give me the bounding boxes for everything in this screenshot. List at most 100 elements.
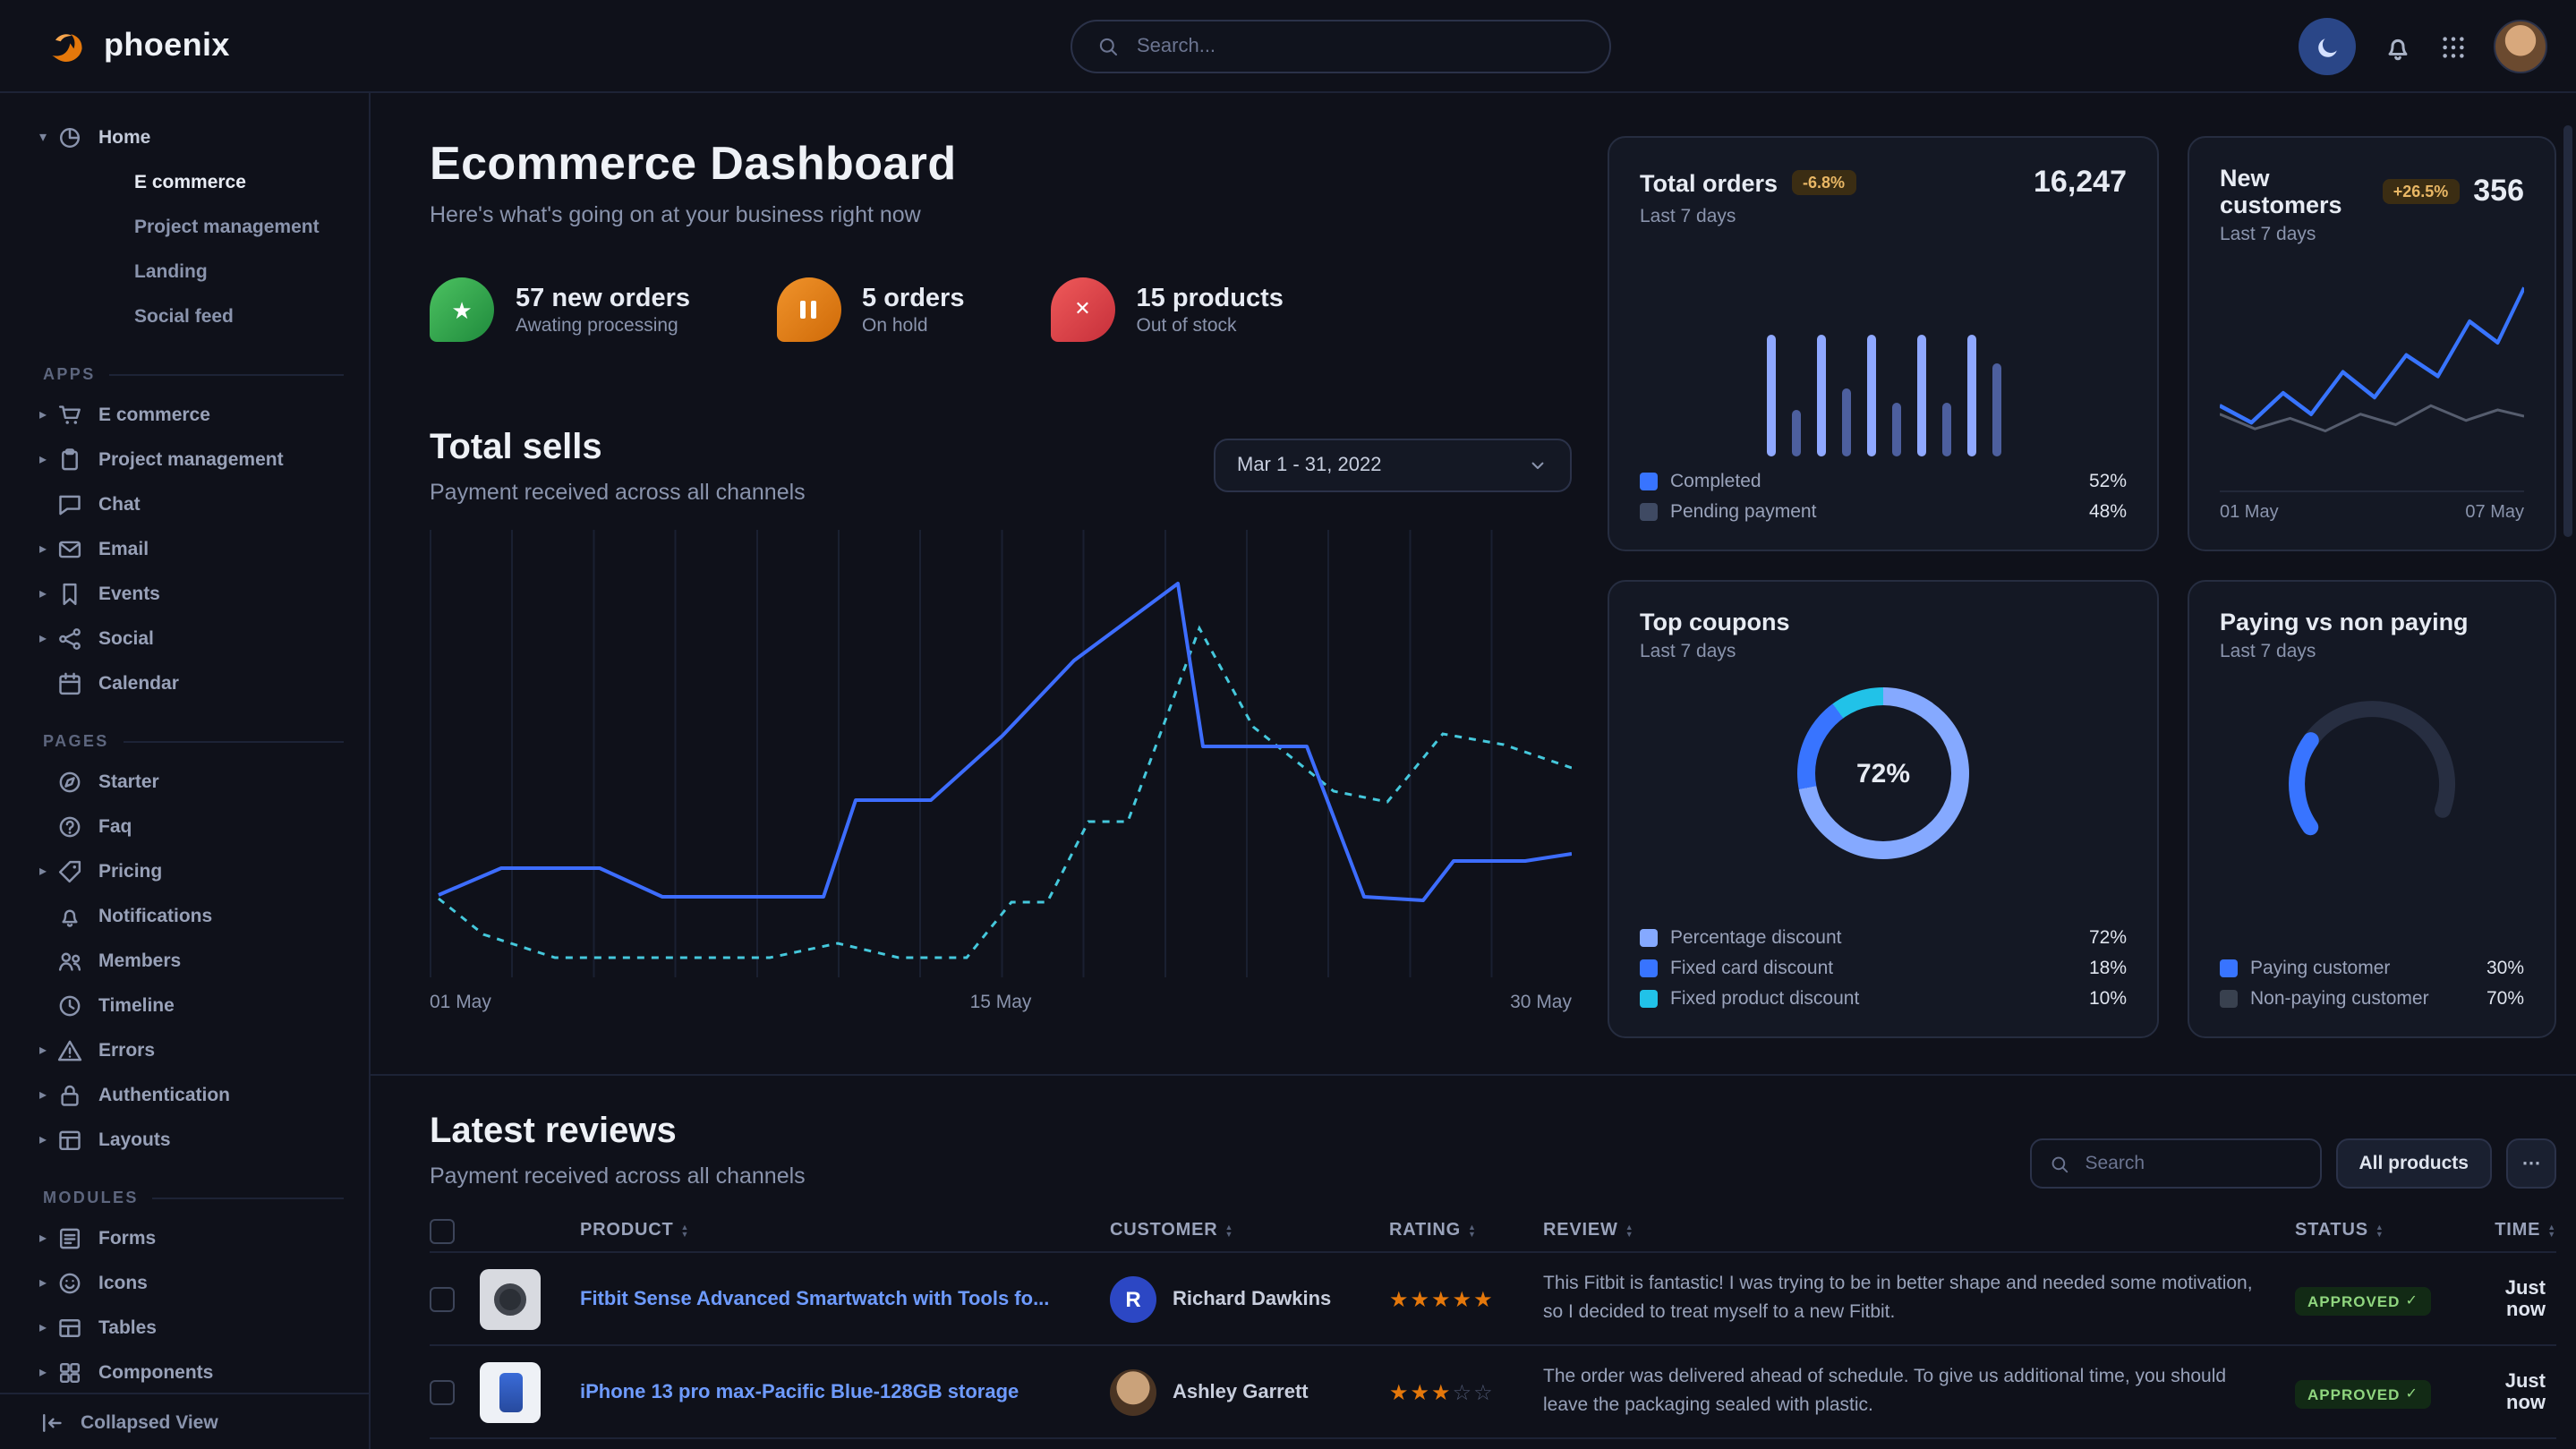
column-review[interactable]: REVIEW (1543, 1221, 2295, 1240)
sidebar-item-notifications[interactable]: Notifications (0, 893, 369, 938)
sidebar-subitem-landing[interactable]: Landing (0, 249, 369, 294)
sidebar-item-authentication[interactable]: Authentication (0, 1072, 369, 1117)
smile-icon (57, 1270, 82, 1295)
customer-initial-avatar: R (1110, 1275, 1156, 1322)
sidebar-item-members[interactable]: Members (0, 938, 369, 983)
sidebar-item-home[interactable]: Home (0, 115, 369, 159)
clock-icon (57, 993, 82, 1018)
total-orders-badge: -6.8% (1792, 170, 1855, 195)
brand[interactable]: phoenix (0, 24, 230, 67)
column-customer[interactable]: CUSTOMER (1110, 1221, 1389, 1240)
sidebar-item-faq[interactable]: Faq (0, 804, 369, 848)
column-rating[interactable]: RATING (1389, 1221, 1543, 1240)
page-title: Ecommerce Dashboard (430, 136, 1572, 192)
quick-stats: ★ 57 new ordersAwating processing 5 orde… (430, 277, 1572, 342)
sidebar-item-calendar[interactable]: Calendar (0, 661, 369, 705)
rating-stars: ★★★★★ (1389, 1286, 1543, 1311)
sidebar-item-social[interactable]: Social (0, 616, 369, 661)
sidebar-item-events[interactable]: Events (0, 571, 369, 616)
column-time[interactable]: TIME (2467, 1221, 2556, 1240)
sidebar-item-errors[interactable]: Errors (0, 1027, 369, 1072)
kpi-cards: Total orders -6.8% 16,247 Last 7 days Co… (1608, 136, 2556, 1038)
sidebar-item-tables[interactable]: Tables (0, 1305, 369, 1350)
topbar: phoenix (0, 0, 2576, 93)
select-all-checkbox[interactable] (430, 1218, 455, 1243)
more-options-button[interactable]: ⋯ (2506, 1138, 2556, 1189)
sidebar-item-components[interactable]: Components (0, 1350, 369, 1394)
page-scrollbar-thumb[interactable] (2563, 125, 2572, 537)
cart-icon (57, 402, 82, 427)
card-period: Last 7 days (2220, 224, 2524, 245)
row-checkbox[interactable] (430, 1379, 455, 1404)
product-thumbnail[interactable] (480, 1361, 541, 1422)
sidebar-item-forms[interactable]: Forms (0, 1215, 369, 1260)
sidebar-section-apps: APPS (43, 360, 344, 388)
date-range-select[interactable]: Mar 1 - 31, 2022 (1214, 439, 1572, 492)
sidebar-section-modules: MODULES (43, 1183, 344, 1212)
tag-icon (57, 858, 82, 883)
product-link[interactable]: iPhone 13 pro max-Pacific Blue-128GB sto… (580, 1381, 1110, 1402)
customer-cell[interactable]: Ashley Garrett (1110, 1368, 1389, 1415)
new-customers-badge: +26.5% (2383, 179, 2460, 204)
review-row-partial (430, 1439, 2556, 1449)
card-title: Total orders (1640, 169, 1778, 196)
card-title: Top coupons (1640, 609, 1790, 635)
sidebar-item-icons[interactable]: Icons (0, 1260, 369, 1305)
question-icon (57, 814, 82, 839)
review-time: Just now (2467, 1370, 2556, 1413)
sort-icon (681, 1223, 690, 1238)
card-period: Last 7 days (2220, 641, 2524, 662)
product-thumbnail[interactable] (480, 1268, 541, 1329)
sidebar-subitem-social-feed[interactable]: Social feed (0, 294, 369, 338)
row-checkbox[interactable] (430, 1286, 455, 1311)
bell-icon (2383, 31, 2413, 62)
notifications-button[interactable] (2383, 31, 2413, 62)
pie-chart-icon (57, 124, 82, 149)
collapse-sidebar-button[interactable]: Collapsed View (0, 1393, 369, 1449)
total-sells-subtitle: Payment received across all channels (430, 480, 806, 505)
total-sells-chart (430, 530, 1572, 977)
column-product[interactable]: PRODUCT (580, 1221, 1110, 1240)
sidebar-item-project-management-app[interactable]: Project management (0, 437, 369, 482)
page-subtitle: Here's what's going on at your business … (430, 202, 1572, 227)
reviews-search[interactable] (2029, 1138, 2321, 1189)
sidebar-item-pricing[interactable]: Pricing (0, 848, 369, 893)
global-search-input[interactable] (1133, 34, 1584, 59)
collapse-icon (39, 1410, 64, 1435)
sidebar-section-pages: PAGES (43, 727, 344, 755)
all-products-button[interactable]: All products (2335, 1138, 2492, 1189)
theme-toggle-button[interactable] (2299, 18, 2356, 75)
reviews-search-input[interactable] (2081, 1151, 2301, 1176)
sidebar: Home E commerce Project management Landi… (0, 93, 371, 1449)
app-root: phoenix Home E commerce Project manageme… (0, 0, 2576, 1449)
bell-icon (57, 903, 82, 928)
brand-name: phoenix (104, 27, 230, 64)
sidebar-subitem-project-management[interactable]: Project management (0, 204, 369, 249)
moon-icon (2314, 33, 2341, 60)
new-customers-chart (2220, 267, 2524, 446)
sidebar-item-label: Home (98, 126, 150, 148)
search-icon (2049, 1154, 2068, 1173)
customers-current-line (2220, 288, 2524, 423)
coupons-donut-chart: 72% (1797, 687, 1969, 859)
sidebar-item-ecommerce-app[interactable]: E commerce (0, 392, 369, 437)
table-icon (57, 1315, 82, 1340)
sidebar-item-chat[interactable]: Chat (0, 482, 369, 526)
customer-cell[interactable]: R Richard Dawkins (1110, 1275, 1389, 1322)
product-link[interactable]: Fitbit Sense Advanced Smartwatch with To… (580, 1288, 1110, 1309)
sidebar-item-email[interactable]: Email (0, 526, 369, 571)
status-badge: APPROVED (2295, 1286, 2431, 1315)
sidebar-item-layouts[interactable]: Layouts (0, 1117, 369, 1162)
user-avatar[interactable] (2494, 20, 2547, 73)
warning-icon (57, 1037, 82, 1062)
column-status[interactable]: STATUS (2295, 1221, 2467, 1240)
top-coupons-card: Top coupons Last 7 days 72% Percentage d… (1608, 580, 2159, 1038)
sidebar-item-starter[interactable]: Starter (0, 759, 369, 804)
lock-icon (57, 1082, 82, 1107)
sidebar-subitem-ecommerce[interactable]: E commerce (0, 159, 369, 204)
legend-fixed-product-discount: Fixed product discount10% (1640, 988, 2127, 1010)
bookmark-icon (57, 581, 82, 606)
sidebar-item-timeline[interactable]: Timeline (0, 983, 369, 1027)
global-search[interactable] (1070, 20, 1611, 73)
apps-grid-button[interactable] (2440, 33, 2467, 60)
